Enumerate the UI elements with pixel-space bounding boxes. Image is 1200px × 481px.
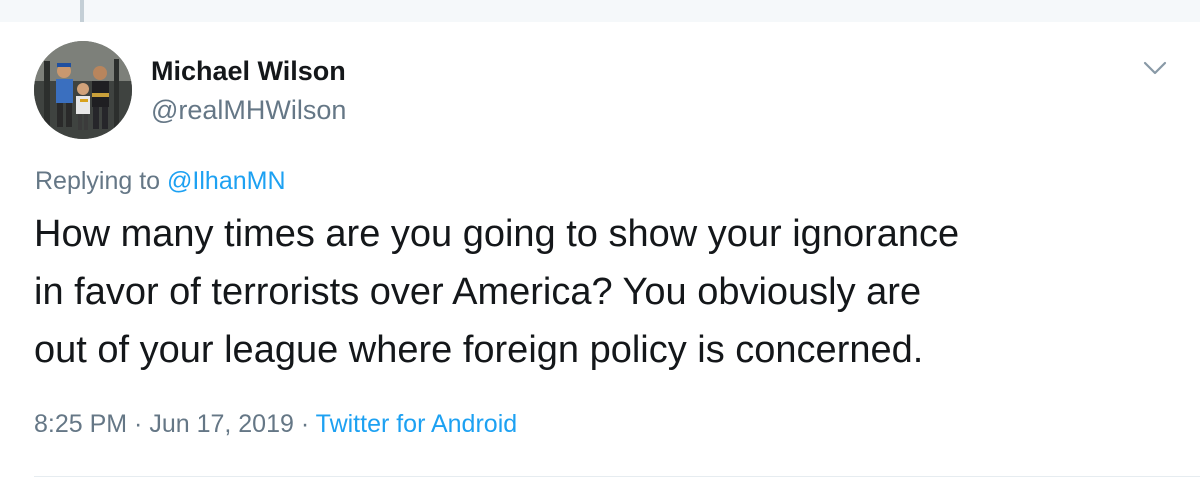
tweet-time[interactable]: 8:25 PM [34,410,127,438]
chevron-down-icon[interactable] [1138,54,1172,82]
tweet-text-line: out of your league where foreign policy … [34,329,924,371]
tweet-text-line: How many times are you going to show you… [34,213,960,255]
tweet-card: Michael Wilson @realMHWilson Replying to… [0,22,1200,481]
author-name[interactable]: Michael Wilson [151,56,346,87]
divider [34,476,1200,477]
meta-separator: · [293,410,316,438]
tweet-date[interactable]: Jun 17, 2019 [149,410,294,438]
tweet-source-link[interactable]: Twitter for Android [316,410,517,438]
author-handle[interactable]: @realMHWilson [151,95,346,126]
tweet-text-line: in favor of terrorists over America? You… [34,271,922,313]
replying-to-label: Replying to [35,167,168,195]
replying-to-mention-link[interactable]: @IlhanMN [167,167,285,195]
profile-photo-image [34,41,132,139]
tweet-metadata: 8:25 PM · Jun 17, 2019 · Twitter for And… [34,410,517,439]
avatar[interactable] [34,41,132,139]
replying-to-line: Replying to @IlhanMN [35,167,286,196]
tweet-text: How many times are you going to show you… [34,205,1174,379]
previous-tweet-area [0,0,1200,22]
tweet-page: Michael Wilson @realMHWilson Replying to… [0,0,1200,481]
thread-connector-line [80,0,84,22]
meta-separator: · [127,410,150,438]
